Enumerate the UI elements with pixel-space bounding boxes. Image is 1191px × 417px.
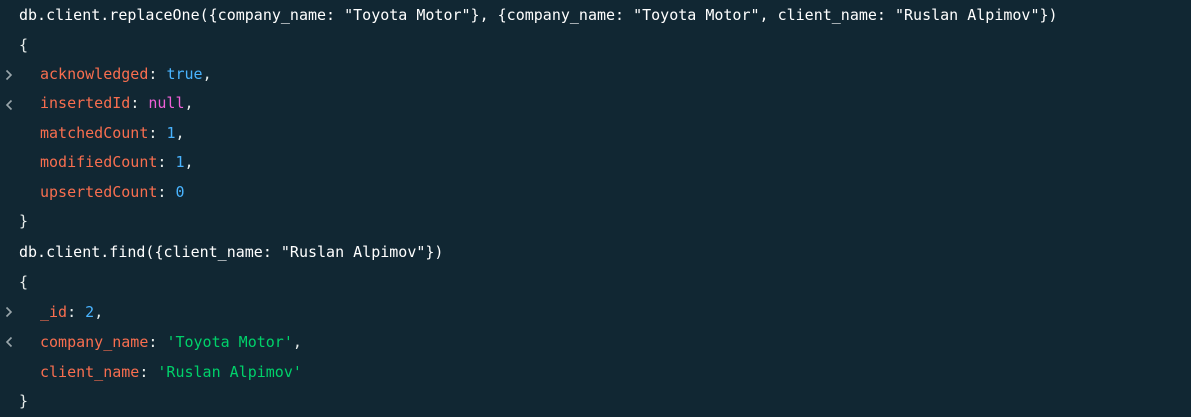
field-key: modifiedCount: [40, 153, 158, 171]
field-value: 'Ruslan Alpimov': [157, 363, 302, 381]
result-field: client_name: 'Ruslan Alpimov': [40, 363, 302, 381]
command-text: db.client.replaceOne({company_name: "Toy…: [19, 6, 1058, 24]
command-text: db.client.find({client_name: "Ruslan Alp…: [19, 243, 444, 261]
field-suffix: ,: [175, 124, 185, 142]
result-field: acknowledged: true,: [40, 65, 212, 83]
output-line: }: [0, 206, 36, 236]
field-key: matchedCount: [40, 124, 149, 142]
open-brace: {: [19, 36, 29, 54]
field-value: true: [166, 65, 203, 83]
field-key: acknowledged: [40, 65, 149, 83]
field-value: 'Toyota Motor': [166, 333, 293, 351]
field-key: insertedId: [40, 94, 131, 112]
output-line: {: [0, 30, 36, 111]
field-value: 2: [85, 303, 95, 321]
field-value: null: [148, 94, 185, 112]
open-brace: {: [19, 273, 29, 291]
result-field: company_name: 'Toyota Motor',: [40, 333, 302, 351]
field-key: company_name: [40, 333, 149, 351]
output-line: }: [0, 386, 36, 416]
field-suffix: ,: [94, 303, 104, 321]
field-key: upsertedCount: [40, 183, 158, 201]
input-line[interactable]: db.client.find({client_name: "Ruslan Alp…: [0, 237, 443, 318]
input-line[interactable]: db.client.replaceOne({company_name: "Toy…: [0, 0, 1058, 81]
result-field: insertedId: null,: [40, 94, 194, 112]
field-value: 1: [175, 153, 185, 171]
close-brace: }: [19, 212, 29, 230]
close-brace: }: [19, 392, 29, 410]
field-key: _id: [40, 303, 68, 321]
field-suffix: ,: [292, 333, 302, 351]
result-field: modifiedCount: 1,: [40, 153, 194, 171]
field-suffix: ,: [184, 94, 194, 112]
field-key: client_name: [40, 363, 140, 381]
mongosh-console: db.client.replaceOne({company_name: "Toy…: [0, 0, 1191, 417]
result-field: _id: 2,: [40, 303, 104, 321]
field-suffix: ,: [184, 153, 194, 171]
field-value: 0: [175, 183, 185, 201]
field-suffix: ,: [202, 65, 212, 83]
result-field: matchedCount: 1,: [40, 124, 185, 142]
output-line: {: [0, 267, 36, 348]
result-field: upsertedCount: 0: [40, 183, 185, 201]
